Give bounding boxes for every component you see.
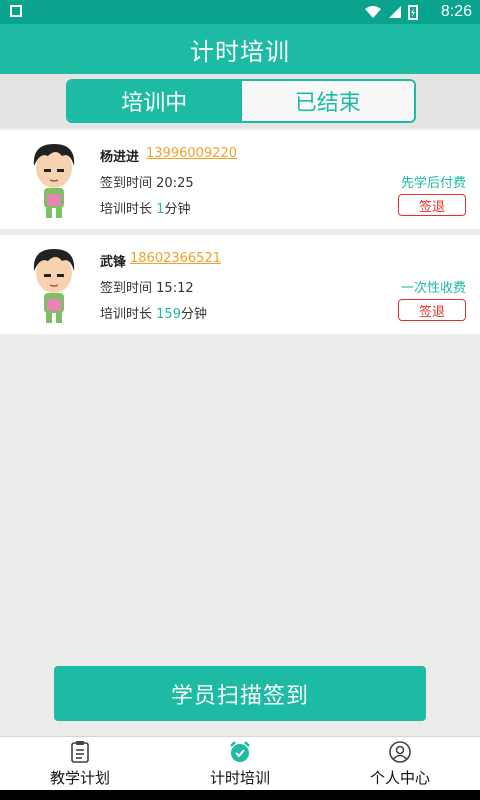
tab-ended[interactable]: 已结束: [240, 81, 414, 121]
duration-label: 培训时长: [100, 307, 153, 322]
nav-timed-training[interactable]: 计时培训: [160, 737, 320, 791]
system-icons: [364, 4, 418, 20]
tab-in-training[interactable]: 培训中: [68, 81, 241, 121]
duration-label: 培训时长: [100, 202, 153, 217]
checkin-value: 15:12: [156, 281, 194, 296]
avatar: [33, 249, 75, 323]
pay-type: 一次性收费: [400, 281, 466, 296]
phone-link[interactable]: 13996009220: [146, 146, 237, 161]
checkin-time: 签到时间 15:12: [100, 277, 194, 296]
checkin-label: 签到时间: [100, 176, 153, 191]
nav-label: 个人中心: [369, 769, 430, 787]
nav-label: 计时培训: [209, 769, 270, 787]
signout-button[interactable]: 签退: [398, 194, 466, 216]
trainee-list: 杨进进 13996009220 签到时间 20:25 培训时长 1分钟 先学后付…: [0, 130, 480, 340]
checkin-time: 签到时间 20:25: [100, 172, 194, 191]
user-circle-icon: [389, 741, 411, 763]
bottom-navigation: 教学计划 计时培训 个人中心: [0, 736, 480, 791]
scan-checkin-button[interactable]: 学员扫描签到: [54, 666, 426, 721]
signout-button[interactable]: 签退: [398, 299, 466, 321]
duration-unit: 分钟: [180, 307, 207, 322]
checkin-value: 20:25: [156, 176, 194, 191]
training-duration: 培训时长 1分钟: [100, 198, 190, 217]
trainee-name: 武锋: [100, 255, 127, 270]
alarm-clock-icon: [230, 741, 250, 762]
checkin-label: 签到时间: [100, 281, 153, 296]
nav-teaching-plan[interactable]: 教学计划: [0, 737, 160, 791]
system-navigation-bar: [0, 790, 480, 800]
training-duration: 培训时长 159分钟: [100, 303, 207, 322]
list-item[interactable]: 武锋 18602366521 签到时间 15:12 培训时长 159分钟 一次性…: [0, 235, 480, 334]
battery-charging-icon: [408, 5, 418, 20]
phone-link[interactable]: 18602366521: [130, 251, 221, 266]
status-bar: 8:26: [0, 0, 480, 24]
trainee-name: 杨进进: [100, 150, 140, 165]
avatar: [33, 144, 75, 218]
list-item[interactable]: 杨进进 13996009220 签到时间 20:25 培训时长 1分钟 先学后付…: [0, 130, 480, 229]
duration-value: 159: [156, 307, 181, 322]
nav-label: 教学计划: [49, 769, 110, 787]
clipboard-icon: [71, 741, 89, 763]
page-title: 计时培训: [0, 24, 480, 74]
wifi-icon: [365, 6, 381, 18]
signal-icon: [389, 6, 401, 18]
image-icon: [10, 5, 22, 17]
nav-personal-center[interactable]: 个人中心: [320, 737, 480, 791]
segmented-tabs: 培训中 已结束: [66, 79, 416, 123]
clock: 8:26: [440, 3, 472, 20]
pay-type: 先学后付费: [400, 176, 466, 191]
duration-unit: 分钟: [164, 202, 191, 217]
tab-bar: 培训中 已结束: [0, 74, 480, 128]
